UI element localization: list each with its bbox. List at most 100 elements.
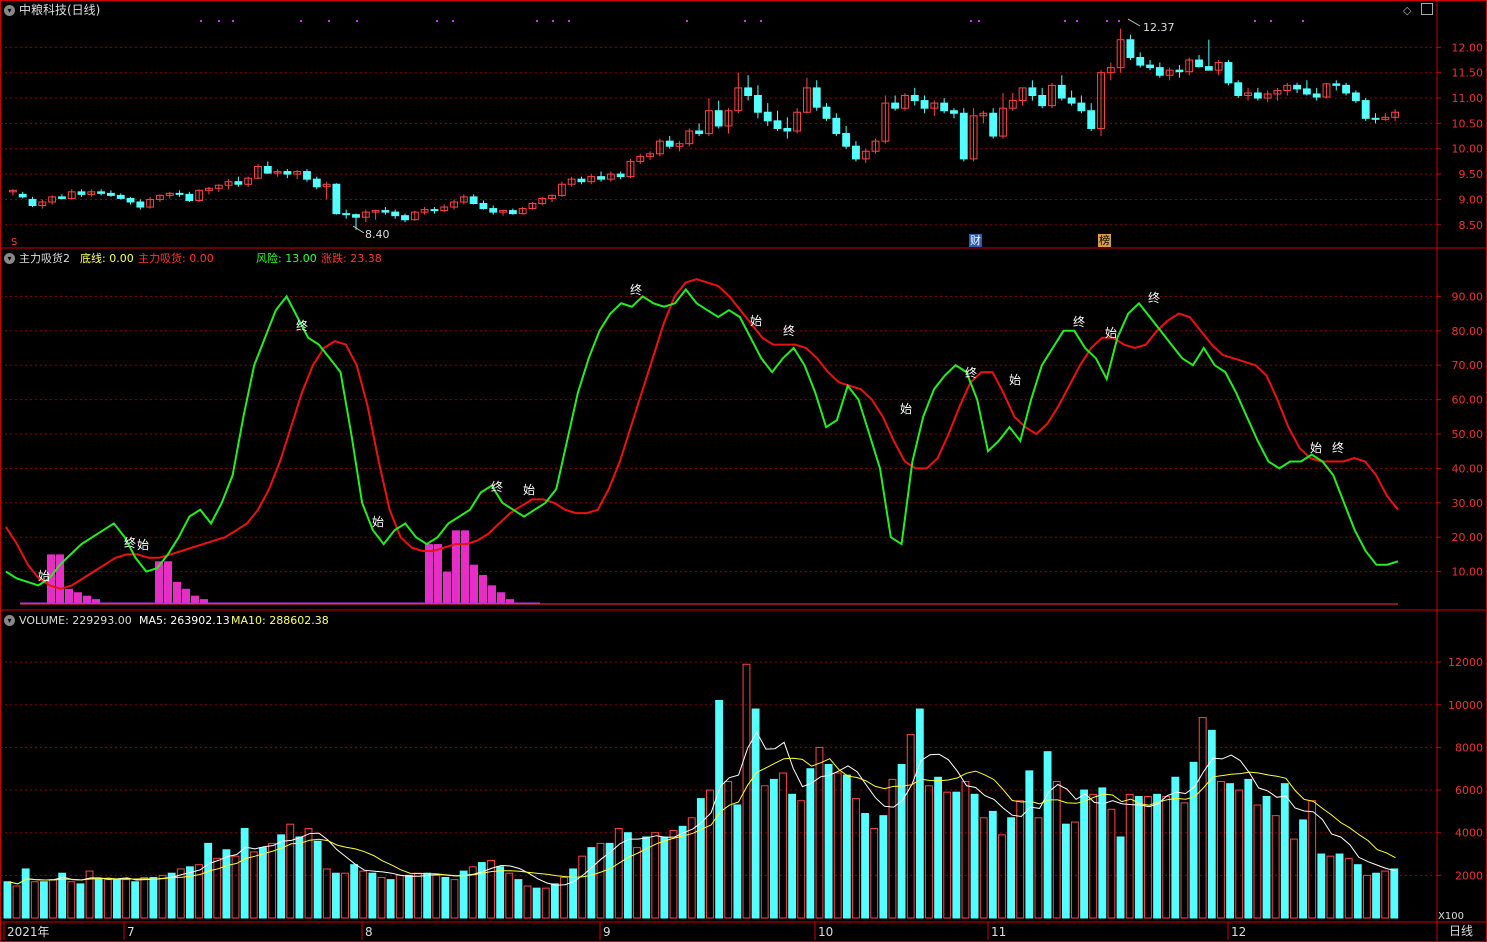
volume-bar [21,868,30,919]
volume-bar [1089,793,1098,919]
signal-dot [1064,20,1066,22]
date-label: 9 [603,925,611,939]
volume-bar [423,872,432,919]
signal-dot [536,20,538,22]
volume-bar [249,851,258,919]
volume-bar [167,872,176,919]
zoom-diamond-icon[interactable]: ◇ [1403,4,1411,17]
volume-bar [103,879,112,919]
volume-bar [94,879,103,919]
candle [1195,59,1203,68]
volume-bar [122,879,130,919]
candle [234,181,243,185]
indicator-panel-toggle-icon[interactable]: ▾ [4,253,15,264]
candle [312,178,321,188]
y-tick-label: 8.50 [1459,219,1484,232]
y-tick-label: 70.00 [1452,359,1484,372]
candle [508,210,517,215]
ranking-badge[interactable]: 榜 [1098,234,1111,247]
volume-bar [149,876,158,919]
y-tick-label: 40.00 [1452,462,1484,475]
candle [381,210,390,213]
chart-canvas[interactable]: 8.50 9.00 9.50 10.00 10.50 11.00 11.50 12.00 10.… [0,0,1487,942]
start-marker: 始 [1009,373,1021,387]
volume-bar [897,763,906,919]
volume-value[interactable]: VOLUME: 229293.00 [19,614,132,627]
signal-dot [1118,20,1120,22]
volume-bar [231,855,240,919]
volume-bar [906,734,915,919]
candle [469,196,478,204]
volume-bar [1125,793,1134,919]
y-tick-label: 80.00 [1452,325,1484,338]
volume-bar [1290,838,1298,919]
signal-dot [1076,20,1078,22]
end-marker: 终 [1148,290,1160,305]
signal-dot [1106,20,1108,22]
volume-bar [404,874,413,919]
volume-bar [459,870,468,919]
volume-bar [268,842,276,919]
volume-bar [870,827,879,919]
start-marker: 始 [900,402,912,416]
finance-badge[interactable]: 财 [969,234,982,247]
candle [1077,102,1086,112]
indicator-value-risk: 风险: 13.00 [256,252,317,265]
volume-bar [1235,789,1244,919]
volume-bar [49,879,57,919]
absorb-bar [443,571,451,603]
volume-bar [1335,853,1344,919]
candle [1342,84,1351,94]
date-label: 11 [991,925,1006,939]
candle [57,196,66,199]
maximize-icon[interactable] [1421,3,1433,15]
candle [940,102,949,112]
signal-badge-s[interactable]: S [11,236,17,249]
volume-bar [1071,821,1079,919]
period-label[interactable]: 日线 [1449,925,1473,938]
volume-bar [788,793,797,919]
y-tick-label: 11.50 [1452,67,1484,80]
candle [263,165,272,174]
date-label: 8 [365,925,373,939]
signal-dot [760,20,762,22]
absorb-bar [164,561,172,603]
volume-bar [696,798,705,919]
indicator-name[interactable]: 主力吸货2 [19,252,70,265]
price-panel-toggle-icon[interactable]: ▾ [4,5,15,16]
low-marker [352,225,365,234]
volume-bar [222,849,231,919]
candle [959,112,968,160]
volume-panel-toggle-icon[interactable]: ▾ [4,615,15,626]
candle [175,192,184,195]
volume-bar [861,813,870,919]
candle [126,197,135,203]
candle [430,209,439,212]
volume-bar [623,832,632,919]
volume-bar [331,872,340,919]
signal-dot [436,20,438,22]
signal-dot [328,20,330,22]
volume-bar [359,870,368,919]
start-marker: 始 [523,483,535,497]
y-tick-label: 10.50 [1452,117,1484,130]
volume-bar [395,874,404,919]
volume-bar [760,785,769,919]
volume-bar [715,700,724,919]
absorb-bar [182,588,190,603]
candle [185,193,194,201]
candle [1087,110,1096,129]
candle [616,173,625,178]
candle [665,140,674,147]
date-label: 10 [818,925,833,939]
volume-bar [833,772,842,919]
volume-bar [751,708,760,919]
signal-dot [978,20,980,22]
candle [116,194,125,199]
signal-dot [744,20,746,22]
end-marker: 终 [1332,440,1344,455]
volume-bar [550,883,559,919]
indicator-value-change: 涨跌: 23.38 [321,252,382,265]
candle [842,133,851,147]
candle [77,191,86,195]
